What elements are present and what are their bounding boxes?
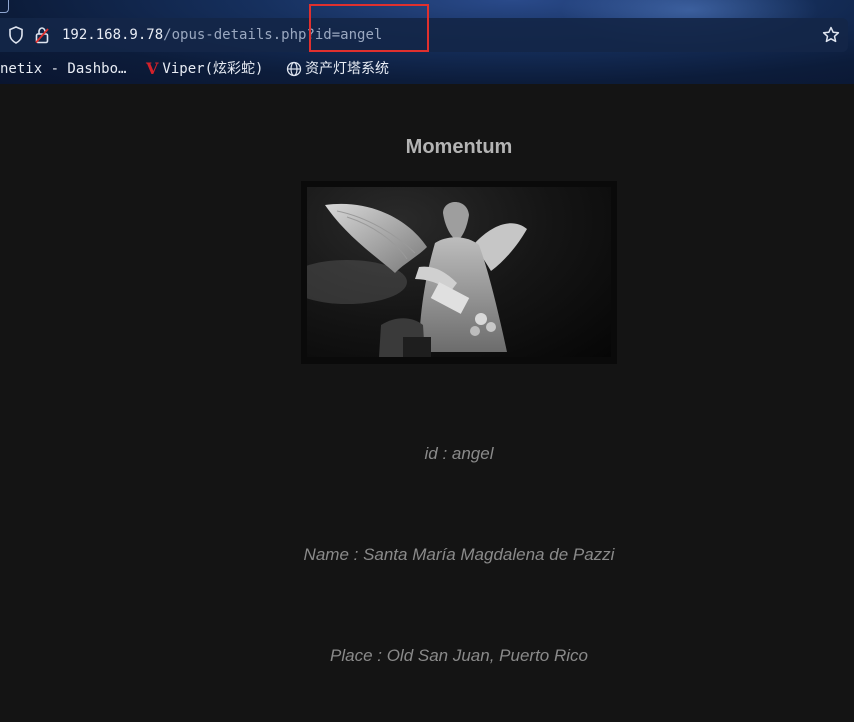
annotation-highlight-box xyxy=(309,4,429,52)
angel-statue-illustration xyxy=(307,202,527,357)
browser-chrome: 192.168.9.78/opus-details.php?id=angel n… xyxy=(0,0,854,84)
page-content: Momentum id: angel Name: Santa María M… xyxy=(0,84,854,722)
bookmark-star-icon[interactable] xyxy=(822,26,840,44)
bookmark-asset-lighthouse[interactable]: 资产灯塔系统 xyxy=(286,60,389,78)
bookmark-viper[interactable]: V Viper(炫彩蛇) xyxy=(146,60,263,78)
tab-edge[interactable] xyxy=(0,0,9,13)
bookmark-label: 资产灯塔系统 xyxy=(305,61,389,77)
viper-v-icon: V xyxy=(146,59,159,78)
bookmark-label: netix - Dashbo… xyxy=(0,61,127,77)
field-name: Name : Santa María Magdalena de Pazzi xyxy=(303,545,615,564)
bookmarks-bar: netix - Dashbo… V Viper(炫彩蛇) 资产灯塔系统 xyxy=(0,56,854,82)
angel-statue-image xyxy=(307,187,611,357)
bookmark-label: Viper(炫彩蛇) xyxy=(162,61,264,77)
field-place: Place : Old San Juan, Puerto Rico xyxy=(330,646,588,665)
artwork-image-frame xyxy=(301,181,617,364)
page-title: Momentum xyxy=(405,136,513,158)
bookmark-acunetix[interactable]: netix - Dashbo… xyxy=(0,60,126,78)
url-host: 192.168.9.78 xyxy=(62,27,164,43)
shield-icon[interactable] xyxy=(8,26,24,44)
insecure-lock-icon[interactable] xyxy=(34,26,50,44)
field-id: id : angel xyxy=(424,444,494,463)
globe-icon xyxy=(286,61,302,77)
